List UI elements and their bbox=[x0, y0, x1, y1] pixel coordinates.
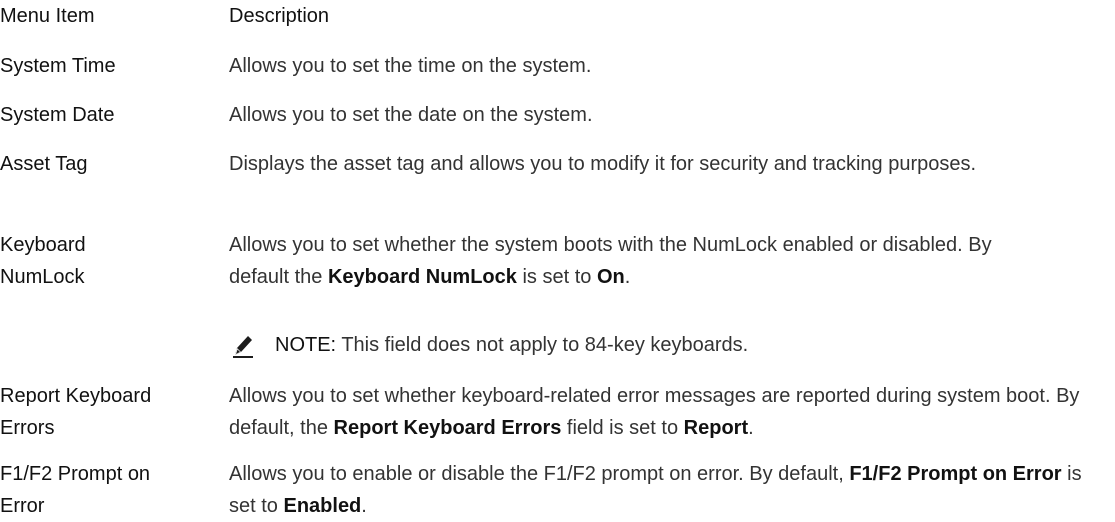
menu-item-label-line2: NumLock bbox=[0, 266, 85, 288]
desc-bold-setting: F1/F2 Prompt on Error bbox=[849, 463, 1062, 485]
desc-text: Allows you to enable or disable the F1/F… bbox=[229, 463, 850, 485]
desc-bold-setting: Keyboard NumLock bbox=[327, 266, 517, 288]
desc-bold-value: Report bbox=[683, 417, 749, 439]
desc-text: . bbox=[748, 417, 754, 439]
header-description: Description bbox=[229, 5, 330, 27]
menu-item-label-line2: Error bbox=[0, 495, 45, 517]
menu-item-label-line1: Report Keyboard bbox=[0, 385, 152, 407]
menu-item-f1f2-prompt-on-error: F1/F2 Prompt on Error bbox=[0, 458, 205, 522]
desc-text: . bbox=[624, 266, 631, 288]
note-callout: NOTE: This field does not apply to 84-ke… bbox=[229, 329, 1089, 361]
menu-item-report-keyboard-errors: Report Keyboard Errors bbox=[0, 380, 205, 444]
description-f1f2-prompt-on-error: Allows you to enable or disable the F1/F… bbox=[229, 458, 1089, 522]
desc-bold-value: On bbox=[596, 266, 625, 288]
menu-item-label-line2: Errors bbox=[0, 417, 55, 439]
desc-bold-setting: Report Keyboard Errors bbox=[333, 417, 562, 439]
menu-item-system-date: System Date bbox=[0, 104, 115, 126]
menu-item-keyboard-numlock: Keyboard NumLock bbox=[0, 229, 205, 293]
menu-item-label-line1: Keyboard bbox=[0, 234, 86, 256]
desc-text: field is set to bbox=[561, 417, 684, 439]
desc-text: . bbox=[361, 495, 367, 517]
note-body: This field does not apply to 84-key keyb… bbox=[336, 334, 749, 356]
pencil-note-icon bbox=[229, 331, 257, 359]
bios-settings-table: Menu Item Description System Time Allows… bbox=[0, 0, 1115, 520]
description-system-time: Allows you to set the time on the system… bbox=[229, 55, 592, 77]
menu-item-label-line1: F1/F2 Prompt on bbox=[0, 463, 151, 485]
menu-item-system-time: System Time bbox=[0, 55, 116, 77]
desc-text: is set to bbox=[516, 266, 597, 288]
menu-item-asset-tag: Asset Tag bbox=[0, 153, 88, 175]
description-keyboard-numlock: Allows you to set whether the system boo… bbox=[229, 229, 1049, 293]
description-asset-tag: Displays the asset tag and allows you to… bbox=[229, 153, 977, 175]
note-label: NOTE: bbox=[275, 334, 337, 356]
note-text: NOTE: This field does not apply to 84-ke… bbox=[275, 329, 748, 361]
header-menu-item: Menu Item bbox=[0, 5, 95, 27]
description-report-keyboard-errors: Allows you to set whether keyboard-relat… bbox=[229, 380, 1114, 444]
desc-bold-value: Enabled bbox=[283, 495, 362, 517]
description-system-date: Allows you to set the date on the system… bbox=[229, 104, 593, 126]
